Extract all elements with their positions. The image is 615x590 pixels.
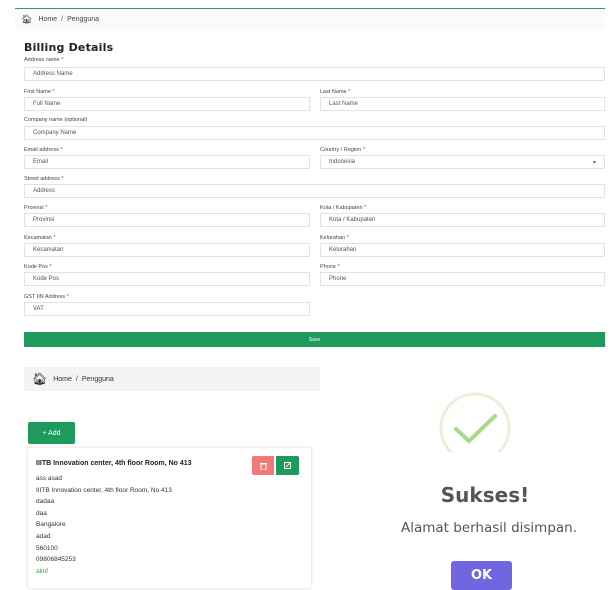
chevron-down-icon: ▾ <box>592 159 596 166</box>
trash-icon <box>259 462 267 470</box>
first-name-input[interactable]: Full Name <box>24 97 310 111</box>
address-line: 560100 <box>36 544 58 552</box>
breadcrumb-separator: / <box>61 16 64 23</box>
breadcrumb-home[interactable]: Home <box>38 16 57 23</box>
edit-icon <box>284 462 291 469</box>
edit-address-button[interactable] <box>276 456 299 475</box>
province-label: Provinsi * <box>24 205 48 211</box>
dialog-title: Sukses! <box>440 483 530 507</box>
province-input[interactable]: Provinsi <box>24 213 310 227</box>
address-line: Bangalore <box>36 521 66 529</box>
street-input[interactable]: Address <box>24 184 605 198</box>
add-address-button[interactable]: + Add <box>28 422 75 444</box>
address-line: 09806845253 <box>36 556 76 564</box>
email-label: Email address * <box>24 147 63 153</box>
country-select[interactable]: Indonesia ▾ <box>320 155 605 169</box>
dialog-message: Alamat berhasil disimpan. <box>400 520 578 536</box>
country-label: Country / Region * <box>320 147 365 153</box>
street-label: Street address * <box>24 176 64 182</box>
address-line: dadaa <box>36 498 55 506</box>
ok-button[interactable]: OK <box>451 561 512 590</box>
district-label: Kecamatan * <box>24 235 56 241</box>
company-label: Company name (optional) <box>24 117 88 123</box>
gst-label: GST IIN Address * <box>24 294 69 300</box>
last-name-input[interactable]: Last Name <box>320 97 605 111</box>
save-button[interactable]: Save <box>24 332 605 347</box>
pengguna-breadcrumb: 🏠︎ Home / Pengguna <box>24 367 320 391</box>
home-icon[interactable]: 🏠︎ <box>32 372 47 386</box>
postcode-input[interactable]: Kode Pos <box>24 272 310 286</box>
gst-input[interactable]: VAT <box>24 302 310 316</box>
last-name-label: Last Name * <box>320 89 351 95</box>
email-input[interactable]: Email <box>24 155 310 169</box>
postcode-label: Kode Pos * <box>24 264 52 270</box>
city-label: Kota / Kabupaten * <box>320 205 367 211</box>
address-name-label: Address name * <box>24 57 64 63</box>
breadcrumb-home[interactable]: Home <box>53 376 72 383</box>
delete-address-button[interactable] <box>252 456 274 475</box>
success-check-icon <box>439 392 511 452</box>
status-badge: aktif <box>36 567 48 575</box>
breadcrumb-current: Pengguna <box>67 16 99 23</box>
phone-input[interactable]: Phone <box>320 272 605 286</box>
village-label: Kelurahan * <box>320 235 349 241</box>
phone-label: Phone * <box>320 264 340 270</box>
district-input[interactable]: Kecamatan <box>24 243 310 257</box>
company-input[interactable]: Company Name <box>24 126 605 140</box>
village-input[interactable]: Kelurahan <box>320 243 605 257</box>
address-line: daa <box>36 509 47 517</box>
top-breadcrumb: 🏠︎ Home / Pengguna <box>15 8 605 30</box>
address-name-input[interactable]: Address Name <box>24 67 605 81</box>
breadcrumb-separator: / <box>75 375 78 383</box>
city-input[interactable]: Kota / Kabupaten <box>320 213 605 227</box>
address-line: adad <box>36 532 51 540</box>
first-name-label: First Name * <box>24 89 55 95</box>
home-icon[interactable]: 🏠︎ <box>21 14 32 25</box>
address-line: IIITB Innovation center, 4th floor Room,… <box>36 486 172 494</box>
country-value: Indonesia <box>329 159 356 165</box>
breadcrumb-current: Pengguna <box>81 375 114 383</box>
billing-details-title: Billing Details <box>24 41 114 54</box>
